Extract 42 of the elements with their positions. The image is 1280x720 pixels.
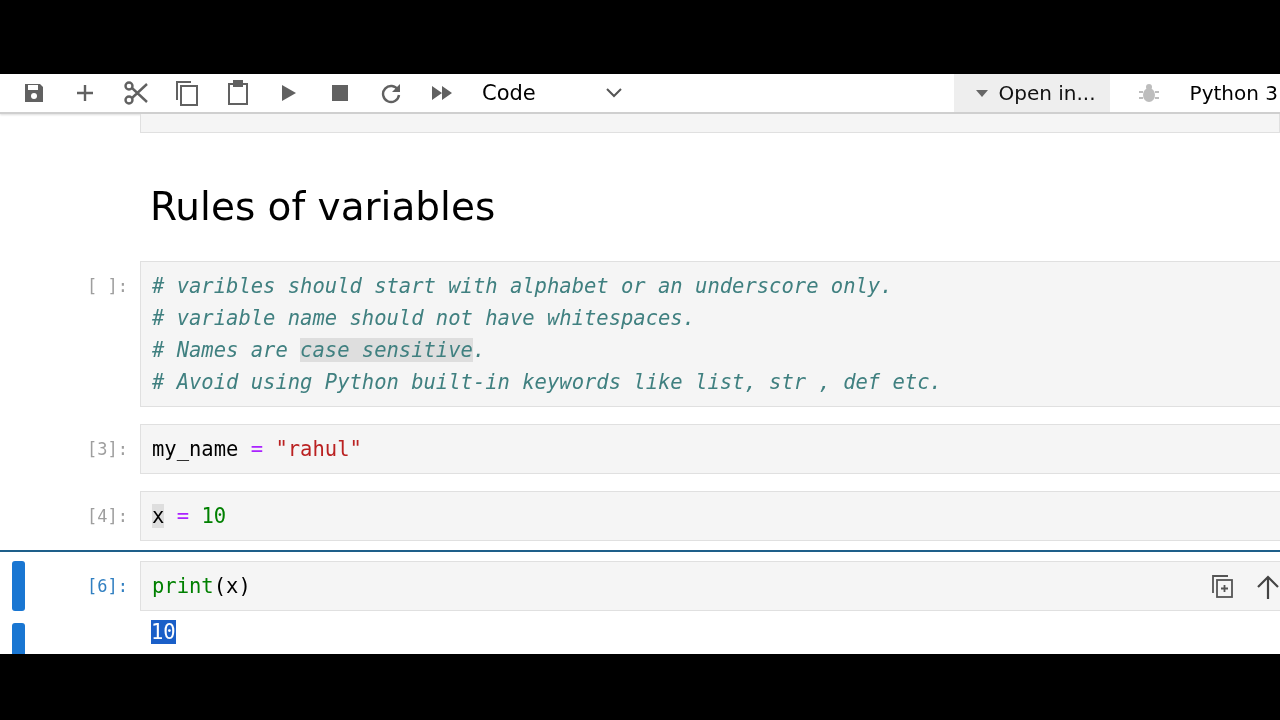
code-token: print xyxy=(152,574,214,598)
play-icon[interactable] xyxy=(280,84,297,102)
code-comment: # variable name should not have whitespaces. xyxy=(152,306,696,330)
duplicate-icon[interactable] xyxy=(1212,575,1234,599)
code-comment: . xyxy=(472,338,486,362)
cell-prompt: [6]: xyxy=(86,575,129,598)
chevron-down-icon xyxy=(606,88,622,98)
code-token: x xyxy=(152,504,165,528)
scissors-icon[interactable] xyxy=(122,80,149,106)
kernel-name: Python 3 xyxy=(1189,81,1279,105)
copy-icon[interactable] xyxy=(174,80,199,106)
code-token: (x) xyxy=(213,574,251,598)
open-in-button[interactable]: Open in... xyxy=(954,74,1110,112)
code-comment: # Avoid using Python built-in keywords like list, str , def etc. xyxy=(152,370,942,394)
arrow-up-icon[interactable] xyxy=(1256,574,1280,600)
clipboard-icon[interactable] xyxy=(226,80,249,106)
code-cell[interactable]: my_name = "rahul" xyxy=(140,424,1280,474)
code-comment: # Names are xyxy=(152,338,289,362)
plus-icon[interactable] xyxy=(74,83,95,103)
code-token: 10 xyxy=(201,504,227,528)
cell-type-dropdown[interactable]: Code xyxy=(482,81,622,105)
code-cell[interactable]: # varibles should start with alphabet or an underscore only. # variable name should not have whitespaces. # Names are case sensitive. # Avoid using Python built-in keywords like list, str , def etc. xyxy=(140,261,1280,407)
cell-prompt: [ ]: xyxy=(86,275,129,298)
code-comment: # varibles should start with alphabet or an underscore only. xyxy=(152,274,893,298)
restart-icon[interactable] xyxy=(379,82,402,104)
caret-icon xyxy=(976,89,989,97)
code-cell[interactable] xyxy=(140,114,1280,133)
code-comment: case sensitive xyxy=(300,338,473,362)
code-token: = xyxy=(175,504,191,528)
code-token: "rahul" xyxy=(275,437,362,461)
code-token: = xyxy=(249,437,265,461)
code-cell[interactable]: x = 10 xyxy=(140,491,1280,541)
cell-prompt: [3]: xyxy=(86,438,129,461)
active-output-marker xyxy=(12,623,25,654)
stop-icon[interactable] xyxy=(331,85,348,101)
code-cell[interactable]: print(x) xyxy=(140,561,1280,611)
code-token: my_name xyxy=(152,437,239,461)
cell-prompt: [4]: xyxy=(86,505,129,528)
fast-forward-icon[interactable] xyxy=(430,85,453,101)
markdown-heading: Rules of variables xyxy=(150,183,497,231)
save-icon[interactable] xyxy=(22,82,45,104)
cell-output: 10 xyxy=(151,620,176,644)
